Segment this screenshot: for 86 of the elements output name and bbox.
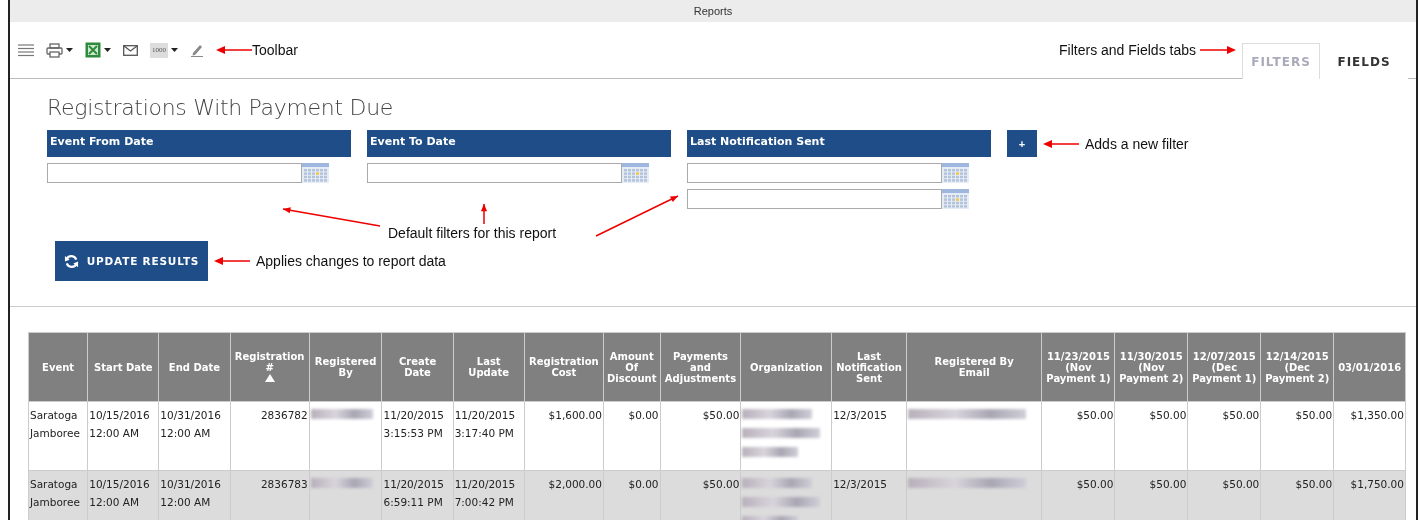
- column-header[interactable]: Last Update: [453, 332, 525, 402]
- table-cell: $1,600.00: [524, 401, 604, 471]
- tab[interactable]: FILTERS: [1242, 43, 1320, 79]
- table-cell: $0.00: [603, 401, 661, 471]
- table-cell: $50.00: [1187, 470, 1261, 520]
- table-cell: 11/20/2015 7:00:42 PM: [453, 470, 525, 520]
- envelope-icon: [123, 44, 138, 56]
- table-cell: 11/20/2015 3:15:53 PM: [382, 401, 454, 471]
- table-cell: 10/31/2016 12:00 AM: [158, 401, 230, 471]
- table-cell: $50.00: [1114, 470, 1188, 520]
- column-header[interactable]: Create Date: [382, 332, 454, 402]
- table-cell: $50.00: [1260, 401, 1334, 471]
- table-cell: 10/15/2016 12:00 AM: [87, 401, 159, 471]
- arrow: [214, 256, 250, 266]
- column-header[interactable]: Registration Cost: [524, 332, 604, 402]
- annotation-text: Applies changes to report data: [256, 253, 446, 269]
- table-cell: 10/31/2016 12:00 AM: [158, 470, 230, 520]
- table-cell: 12/3/2015: [831, 470, 907, 520]
- column-header[interactable]: Last Notification Sent: [831, 332, 907, 402]
- menu-icon: [18, 43, 34, 57]
- refresh-icon: [63, 253, 79, 269]
- table-cell: 2836783: [230, 470, 310, 520]
- table-cell: $1,750.00: [1333, 470, 1406, 520]
- table-cell: $50.00: [1041, 401, 1115, 471]
- arrow: [1200, 45, 1236, 55]
- table-cell: Saratoga Jamboree: [28, 401, 88, 471]
- arrow: [1043, 138, 1079, 149]
- annotation-text: Toolbar: [252, 42, 298, 58]
- pencil-icon: [190, 43, 204, 57]
- spreadsheet-icon: [85, 42, 101, 58]
- window-title: Reports: [693, 5, 733, 17]
- update-results-button[interactable]: UPDATE RESULTS: [55, 241, 208, 281]
- column-header[interactable]: Event: [28, 332, 88, 402]
- column-header[interactable]: Amount Of Discount: [603, 332, 661, 402]
- column-header[interactable]: Organization: [740, 332, 832, 402]
- column-header[interactable]: End Date: [158, 332, 230, 402]
- date-field[interactable]: [687, 189, 942, 209]
- report-title: Registrations With Payment Due: [47, 95, 395, 120]
- column-header[interactable]: Payments and Adjustments: [660, 332, 741, 402]
- column-header[interactable]: 12/07/2015 (Dec Payment 1): [1187, 332, 1261, 402]
- annotation-text: Filters and Fields tabs: [1059, 42, 1196, 58]
- column-header[interactable]: 11/23/2015 (Nov Payment 1): [1041, 332, 1115, 402]
- table-cell: $50.00: [1114, 401, 1188, 471]
- table-cell: $50.00: [1187, 401, 1261, 471]
- arrow: [216, 45, 252, 55]
- table-cell: $50.00: [1260, 470, 1334, 520]
- column-header[interactable]: Start Date: [87, 332, 159, 402]
- toolbar-button[interactable]: [46, 42, 73, 58]
- arrow: [480, 203, 488, 225]
- caret-icon: [104, 48, 111, 52]
- column-header[interactable]: Registration #: [230, 332, 310, 402]
- column-header[interactable]: 12/14/2015 (Dec Payment 2): [1260, 332, 1334, 402]
- date-field[interactable]: [47, 163, 302, 183]
- table-cell: 11/20/2015 3:17:40 PM: [453, 401, 525, 471]
- table-cell: $1,350.00: [1333, 401, 1406, 471]
- toolbar-button[interactable]: [85, 42, 111, 58]
- table-cell: Saratoga Jamboree: [28, 470, 88, 520]
- filter-header: Event To Date: [367, 130, 671, 157]
- calendar-icon: [942, 189, 969, 209]
- table-cell: 2836782: [230, 401, 310, 471]
- printer-icon: [46, 42, 63, 58]
- caret-icon: [171, 48, 178, 52]
- calendar-icon: [942, 163, 969, 183]
- column-header[interactable]: Registered By Email: [906, 332, 1042, 402]
- caret-icon: [66, 48, 73, 52]
- table-cell: 12/3/2015: [831, 401, 907, 471]
- date-field[interactable]: [367, 163, 622, 183]
- table-cell: $2,000.00: [524, 470, 604, 520]
- column-header[interactable]: 03/01/2016: [1333, 332, 1406, 402]
- calendar-icon: [622, 163, 649, 183]
- date-field[interactable]: [687, 163, 942, 183]
- annotation-text: Default filters for this report: [388, 225, 557, 241]
- table-cell: $0.00: [603, 470, 661, 520]
- calendar-icon: [302, 163, 329, 183]
- table-cell: $50.00: [660, 401, 741, 471]
- add-filter-button[interactable]: +: [1007, 130, 1037, 157]
- filter-header: Last Notification Sent: [687, 130, 991, 157]
- table-cell: 11/20/2015 6:59:11 PM: [382, 470, 454, 520]
- column-header[interactable]: Registered By: [309, 332, 382, 402]
- table-cell: 10/15/2016 12:00 AM: [87, 470, 159, 520]
- column-header[interactable]: 11/30/2015 (Nov Payment 2): [1114, 332, 1188, 402]
- table-cell: $50.00: [1041, 470, 1115, 520]
- filter-header: Event From Date: [47, 130, 351, 157]
- toolbar-button[interactable]: [123, 44, 138, 56]
- annotation-text: Adds a new filter: [1085, 135, 1189, 152]
- table-cell: $50.00: [660, 470, 741, 520]
